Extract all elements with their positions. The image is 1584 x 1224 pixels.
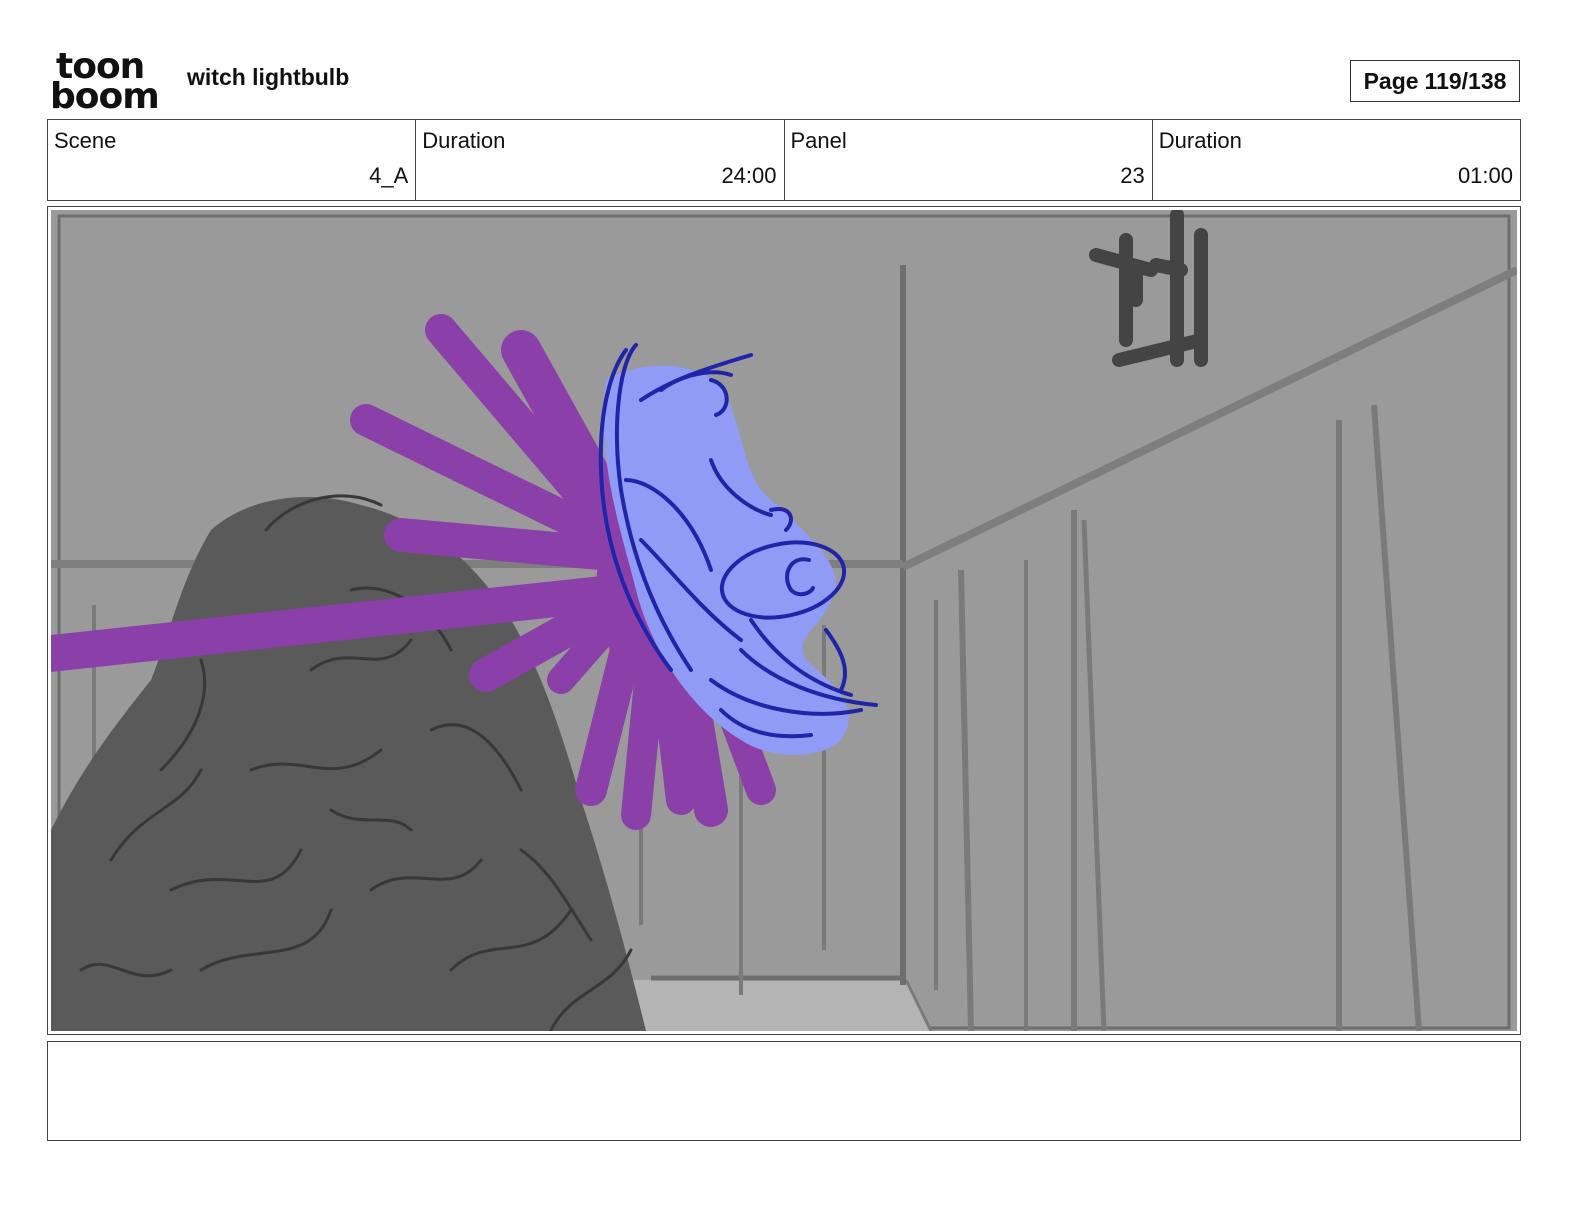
logo-text-bottom: boom: [50, 76, 160, 117]
panel-duration-value: 01:00: [1457, 163, 1513, 188]
panel-duration-cell: Duration 01:00: [1153, 120, 1520, 200]
panel-duration-label: Duration: [1158, 128, 1242, 153]
panel-value: 23: [1120, 163, 1145, 188]
scene-label: Scene: [54, 128, 117, 153]
scene-duration-value: 24:00: [721, 163, 777, 188]
page-indicator: Page 119/138: [1350, 60, 1520, 102]
panel-cell: Panel 23: [785, 120, 1153, 200]
scene-value: 4_A: [369, 163, 409, 188]
page-number: 119/138: [1424, 67, 1507, 94]
scene-info-table: Scene 4_A Duration 24:00 Panel 23 Durati…: [47, 119, 1521, 201]
scene-duration-cell: Duration 24:00: [416, 120, 785, 200]
storyboard-panel: C: [47, 206, 1521, 1035]
project-title: witch lightbulb: [187, 64, 350, 90]
toon-boom-logo: toon boom: [50, 49, 166, 117]
page-label: Page: [1363, 67, 1419, 94]
scene-duration-label: Duration: [422, 128, 506, 153]
panel-label: Panel: [790, 128, 847, 153]
panel-drawing: C: [51, 210, 1517, 1031]
panel-notes-box: [47, 1041, 1521, 1141]
floor-area: [631, 980, 931, 1031]
scene-cell: Scene 4_A: [48, 120, 417, 200]
